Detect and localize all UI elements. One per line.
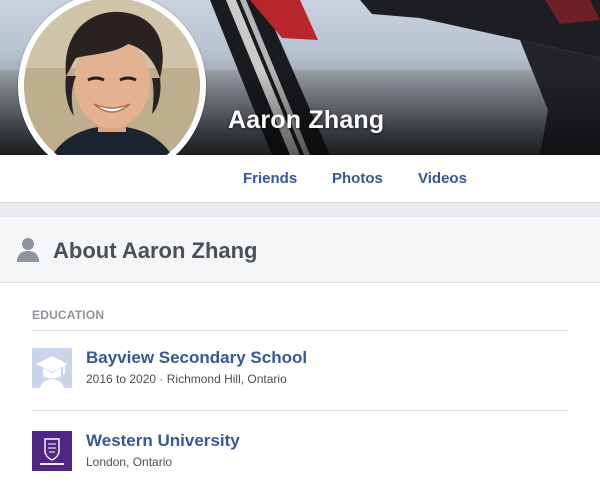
person-icon	[16, 236, 40, 267]
western-university-logo[interactable]	[32, 431, 72, 471]
education-divider	[32, 330, 568, 331]
tab-photos[interactable]: Photos	[332, 170, 383, 187]
school-name-western[interactable]: Western University	[86, 431, 240, 451]
school-name-bayview[interactable]: Bayview Secondary School	[86, 348, 307, 368]
school-details-western: London, Ontario	[86, 455, 173, 469]
education-item-bayview[interactable]: Bayview Secondary School 2016 to 2020 · …	[32, 348, 568, 394]
education-item-divider	[32, 410, 568, 411]
school-details-bayview: 2016 to 2020 · Richmond Hill, Ontario	[86, 372, 287, 386]
profile-avatar[interactable]	[24, 0, 200, 174]
about-header: About Aaron Zhang	[0, 217, 600, 283]
section-gap	[0, 203, 600, 217]
education-label: EDUCATION	[32, 308, 105, 322]
school-placeholder-icon[interactable]	[32, 348, 72, 388]
avatar-portrait	[24, 0, 200, 174]
tab-friends[interactable]: Friends	[243, 170, 297, 187]
tab-videos[interactable]: Videos	[418, 170, 467, 187]
education-item-western[interactable]: Western University London, Ontario	[32, 431, 568, 477]
profile-nav: Friends Photos Videos	[0, 155, 600, 203]
profile-name[interactable]: Aaron Zhang	[228, 106, 384, 135]
about-title: About Aaron Zhang	[53, 238, 258, 263]
